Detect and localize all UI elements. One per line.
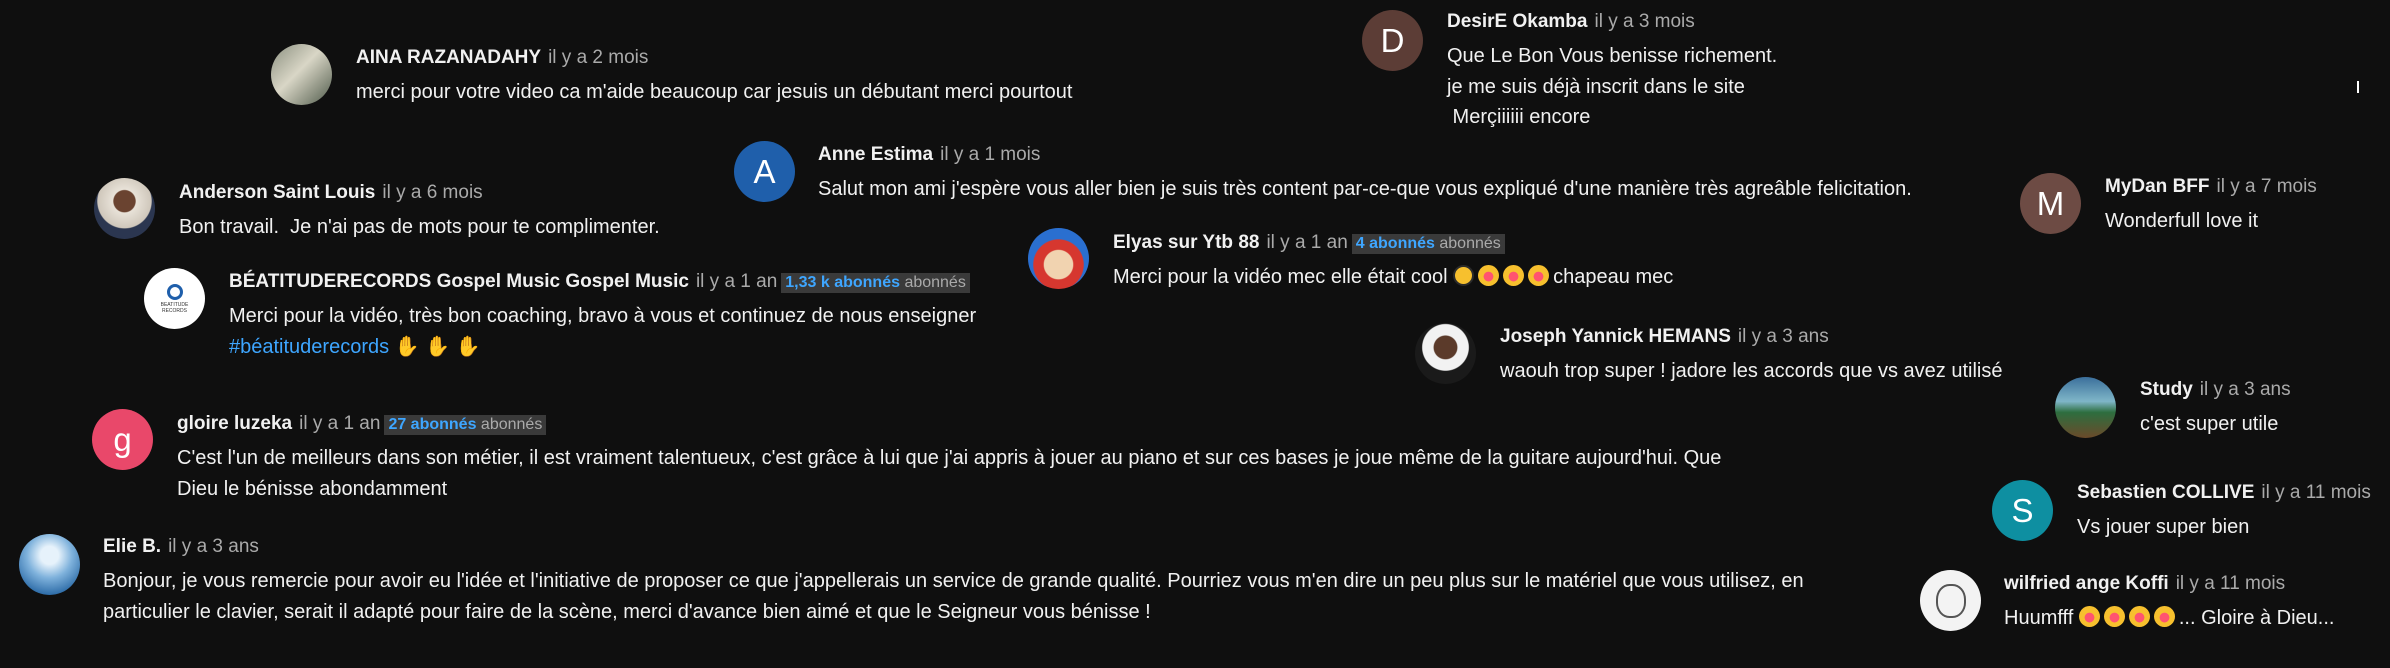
heart-eyes-emoji-icon: [2128, 606, 2150, 627]
timestamp[interactable]: il y a 3 ans: [2200, 379, 2291, 400]
comment-text: Salut mon ami j'espère vous aller bien j…: [818, 178, 1912, 200]
comment-text-part: Huumfff: [2004, 607, 2074, 629]
author-name[interactable]: Study: [2140, 379, 2193, 400]
avatar[interactable]: [1920, 570, 1981, 631]
avatar[interactable]: [1028, 228, 1089, 289]
author-name[interactable]: BÉATITUDERECORDS Gospel Music Gospel Mus…: [229, 271, 689, 292]
comment-text: Merçiiiiii encore: [1447, 106, 1591, 128]
comment-text: Merci pour la vidéo mec elle était cool …: [1113, 262, 1673, 293]
author-name[interactable]: AINA RAZANADAHY: [356, 47, 541, 68]
avatar[interactable]: [1415, 323, 1476, 384]
comment-text: Merci pour la vidéo, très bon coaching, …: [229, 305, 977, 327]
logo-ring-icon: [166, 283, 183, 300]
comment-text: je me suis déjà inscrit dans le site: [1447, 75, 1745, 98]
comment-text: C'est l'un de meilleurs dans son métier,…: [177, 447, 1722, 500]
avatar[interactable]: g: [92, 409, 153, 470]
author-name[interactable]: DesirE Okamba: [1447, 11, 1587, 32]
author-name[interactable]: MyDan BFF: [2105, 176, 2210, 197]
author-name[interactable]: gloire luzeka: [177, 413, 292, 434]
heart-eyes-emoji-icon: [1503, 265, 1525, 286]
avatar-letter: M: [2036, 184, 2065, 222]
avatar[interactable]: D: [1362, 10, 1423, 71]
subscriber-badge: 4 abonnés abonnés: [1351, 234, 1505, 254]
comment-text-part: ... Gloire à Dieu...: [2178, 607, 2335, 629]
comment-text: waouh trop super ! jadore les accords qu…: [1500, 360, 2003, 382]
comment-text: Que Le Bon Vous benisse richement.: [1447, 45, 1778, 67]
avatar-letter: D: [1380, 21, 1405, 59]
avatar-letter: S: [2011, 491, 2034, 529]
comment-text: Wonderfull love it: [2105, 210, 2259, 232]
author-name[interactable]: Anderson Saint Louis: [179, 182, 375, 203]
heart-eyes-emoji-icon: [2153, 606, 2175, 627]
sunglasses-emoji-icon: [1453, 265, 1475, 286]
avatar-letter: A: [753, 152, 776, 190]
comment-text: Huumfff ... Gloire à Dieu...: [2004, 603, 2334, 634]
subscriber-label: abonnés: [1439, 235, 1501, 252]
logo-text: BEATITUDE RECORDS: [160, 301, 189, 314]
heart-eyes-emoji-icon: [2103, 606, 2125, 627]
hashtag-link[interactable]: #béatituderecords: [229, 336, 389, 358]
clapping-hands-emoji-icon: ✋: [455, 335, 481, 358]
timestamp[interactable]: il y a 1 an: [1266, 232, 1347, 253]
cartoon-face-icon: [1935, 583, 1966, 618]
subscriber-count: 4 abonnés: [1355, 235, 1435, 252]
avatar[interactable]: [94, 178, 155, 239]
avatar[interactable]: S: [1992, 480, 2053, 541]
author-name[interactable]: Anne Estima: [818, 144, 933, 165]
timestamp[interactable]: il y a 3 mois: [1594, 11, 1694, 32]
subscriber-badge: 27 abonnés abonnés: [384, 415, 547, 435]
timestamp[interactable]: il y a 11 mois: [2176, 573, 2285, 594]
timestamp[interactable]: il y a 1 mois: [940, 144, 1040, 165]
subscriber-badge: 1,33 k abonnés abonnés: [781, 273, 970, 293]
subscriber-label: abonnés: [480, 416, 543, 433]
comment-text: Bon travail. Je n'ai pas de mots pour te…: [179, 216, 660, 238]
praying-hands-emoji-icon: ✋: [425, 335, 451, 358]
comment-text-line: #béatituderecords ✋ ✋ ✋: [229, 332, 976, 363]
author-name[interactable]: Elie B.: [103, 536, 161, 557]
author-name[interactable]: wilfried ange Koffi: [2004, 573, 2169, 594]
avatar[interactable]: A: [734, 141, 795, 202]
author-name[interactable]: Elyas sur Ytb 88: [1113, 232, 1259, 253]
heart-eyes-emoji-icon: [2078, 606, 2100, 627]
avatar[interactable]: [2055, 377, 2116, 438]
comment-text: Bonjour, je vous remercie pour avoir eu …: [103, 570, 1804, 623]
timestamp[interactable]: il y a 1 an: [299, 413, 380, 434]
avatar[interactable]: BEATITUDE RECORDS: [144, 268, 205, 329]
timestamp[interactable]: il y a 2 mois: [548, 47, 648, 68]
timestamp[interactable]: il y a 3 ans: [168, 536, 259, 557]
avatar-letter: g: [113, 420, 132, 458]
timestamp[interactable]: il y a 6 mois: [382, 182, 482, 203]
timestamp[interactable]: il y a 3 ans: [1738, 326, 1829, 347]
timestamp[interactable]: il y a 1 an: [696, 271, 777, 292]
author-name[interactable]: Sebastien COLLIVE: [2077, 482, 2254, 503]
subscriber-count: 1,33 k abonnés: [785, 274, 900, 291]
author-name[interactable]: Joseph Yannick HEMANS: [1500, 326, 1731, 347]
text-cursor: [2357, 81, 2359, 93]
comment-text: merci pour votre video ca m'aide beaucou…: [356, 81, 1073, 103]
comment-text: c'est super utile: [2140, 413, 2279, 435]
comment-text: Vs jouer super bien: [2077, 516, 2250, 538]
subscriber-count: 27 abonnés: [388, 416, 477, 433]
heart-eyes-emoji-icon: [1478, 265, 1500, 286]
clapping-hands-emoji-icon: ✋: [394, 335, 420, 358]
avatar[interactable]: M: [2020, 173, 2081, 234]
subscriber-label: abonnés: [904, 274, 966, 291]
comment-text-part: chapeau mec: [1553, 266, 1674, 288]
timestamp[interactable]: il y a 7 mois: [2217, 176, 2317, 197]
timestamp[interactable]: il y a 11 mois: [2261, 482, 2370, 503]
avatar[interactable]: [19, 534, 80, 595]
comment-text-part: Merci pour la vidéo mec elle était cool: [1113, 266, 1448, 288]
avatar[interactable]: [271, 44, 332, 105]
heart-eyes-emoji-icon: [1528, 265, 1550, 286]
